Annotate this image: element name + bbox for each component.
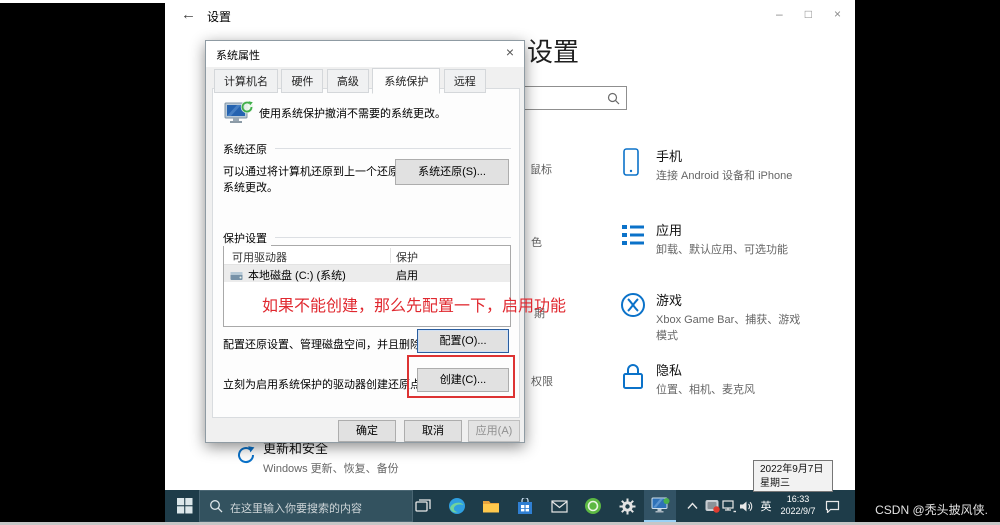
taskbar-search-input[interactable]: 在这里输入你要搜索的内容 [199,490,413,522]
tab-hardware[interactable]: 硬件 [281,69,324,93]
create-desc: 立刻为启用系统保护的驱动器创建还原点。 [223,379,432,391]
page-title: 设置 [527,37,580,67]
annotation-highlight-box [407,355,515,398]
category-title: 应用 [656,223,683,238]
group-divider [275,148,511,149]
category-title: 手机 [656,149,683,164]
category-title: 游戏 [656,293,683,308]
taskbar: 在这里输入你要搜索的内容 英 16:33 2022/9/7 [165,490,855,522]
column-header-drive[interactable]: 可用驱动器 [232,249,287,265]
window-controls: – □ × [776,7,841,21]
page-top-strip [0,0,165,3]
action-center-icon[interactable] [825,490,840,522]
category-fragment: 色 [531,237,542,249]
ime-language-indicator[interactable]: 英 [756,490,776,522]
network-icon[interactable] [722,490,737,522]
tooltip-date: 2022年9月7日 [760,464,824,475]
cancel-button[interactable]: 取消 [404,420,462,442]
clock-time: 16:33 [786,494,810,505]
system-restore-icon [223,99,255,132]
dialog-titlebar: 系统属性 × [206,41,524,67]
category-subtitle: Windows 更新、恢复、备份 [263,463,399,475]
category-privacy[interactable]: 隐私 位置、相机、麦克风 [620,360,820,399]
date-tooltip: 2022年9月7日 星期三 [753,460,833,492]
close-button[interactable]: × [834,7,841,21]
clock-date: 2022/9/7 [780,506,816,516]
volume-icon[interactable] [739,490,753,522]
dialog-tabs: 计算机名 硬件 高级 系统保护 远程 [214,67,486,94]
ok-button[interactable]: 确定 [338,420,396,442]
microsoft-store-icon[interactable] [509,490,541,522]
category-gaming[interactable]: 游戏 Xbox Game Bar、捕获、游戏模式 [620,290,820,345]
group-divider [275,237,511,238]
category-phone[interactable]: 手机 连接 Android 设备和 iPhone [620,146,820,185]
category-subtitle: 卸载、默认应用、可选功能 [656,244,788,256]
disk-drive-icon [230,268,243,286]
mail-icon[interactable] [543,490,575,522]
system-restore-group-label: 系统还原 [223,141,271,157]
category-subtitle: Xbox Game Bar、捕获、游戏模式 [656,314,801,342]
window-title: 设置 [207,10,232,24]
drive-name: 本地磁盘 (C:) (系统) [248,270,346,282]
green-security-app-icon[interactable] [577,490,609,522]
start-button[interactable] [177,498,193,519]
annotation-text: 如果不能创建，那么先配置一下，启用功能 [262,298,567,315]
active-app-system-properties-icon[interactable] [644,490,676,522]
category-apps[interactable]: 应用 卸载、默认应用、可选功能 [620,220,820,259]
tray-expand-chevron-icon[interactable] [687,490,698,522]
system-restore-button[interactable]: 系统还原(S)... [395,159,509,185]
apps-list-icon [620,222,646,253]
category-subtitle: 位置、相机、麦克风 [656,384,755,396]
configure-button[interactable]: 配置(O)... [417,329,509,353]
protection-status: 启用 [396,270,418,282]
file-explorer-icon[interactable] [475,490,507,522]
update-refresh-icon [235,444,257,471]
category-update-security[interactable]: 更新和安全 Windows 更新、恢复、备份 [235,438,495,476]
back-arrow-icon[interactable]: ← [181,6,196,23]
dialog-title: 系统属性 [216,50,260,62]
edge-browser-icon[interactable] [441,490,473,522]
apply-button-disabled: 应用(A) [468,420,520,442]
category-title: 隐私 [656,363,683,378]
system-restore-desc: 系统更改。 [223,182,278,194]
column-divider [390,248,391,263]
restore-button[interactable]: □ [805,7,812,21]
category-subtitle: 连接 Android 设备和 iPhone [656,170,793,182]
search-placeholder: 在这里输入你要搜索的内容 [230,503,362,515]
tab-intro-text: 使用系统保护撤消不需要的系统更改。 [259,108,446,120]
protection-settings-group-label: 保护设置 [223,230,271,246]
category-fragment: 鼠标 [530,164,552,176]
lock-icon [620,362,646,397]
tab-remote[interactable]: 远程 [443,69,486,93]
search-icon [210,500,223,513]
search-icon [607,92,620,105]
tray-app-badge-icon[interactable] [705,490,720,522]
xbox-icon [620,292,646,323]
tab-computer-name[interactable]: 计算机名 [214,69,278,93]
minimize-button[interactable]: – [776,7,783,21]
column-header-protection[interactable]: 保护 [396,249,418,265]
table-row[interactable]: 本地磁盘 (C:) (系统) 启用 [224,265,510,282]
tab-system-protection[interactable]: 系统保护 [372,68,441,94]
tooltip-weekday: 星期三 [760,477,790,489]
taskbar-clock[interactable]: 16:33 2022/9/7 [775,490,821,522]
phone-icon [620,148,642,183]
watermark-text: CSDN @秃头披风侠. [875,503,988,517]
category-fragment: 权限 [531,376,553,388]
task-view-icon[interactable] [407,490,439,522]
drives-table-header: 可用驱动器 保护 [224,246,510,265]
tab-advanced[interactable]: 高级 [326,69,369,93]
dialog-close-button[interactable]: × [506,44,514,60]
settings-gear-icon[interactable] [611,490,643,522]
